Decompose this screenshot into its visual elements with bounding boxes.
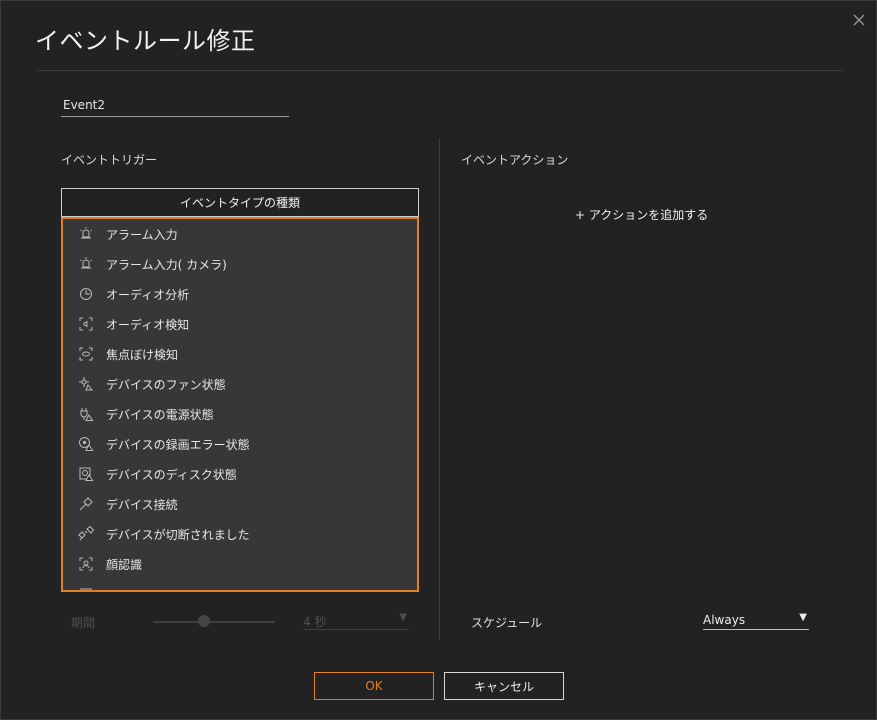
list-item-label: アラーム入力 [106, 227, 178, 242]
event-type-list[interactable]: アラーム入力 アラーム入力( カメラ) オーディオ分析 オーディオ検知 焦点ぼけ [61, 217, 419, 592]
list-item-partial-icon [78, 586, 94, 590]
list-item-device-fan-status[interactable]: デバイスのファン状態 [63, 369, 417, 399]
list-item-label: 焦点ぼけ検知 [106, 347, 179, 362]
device-fan-status-icon [78, 376, 94, 392]
alarm-input-camera-icon [78, 256, 94, 272]
list-item-label: アラーム入力( カメラ) [106, 257, 227, 272]
audio-analysis-icon [78, 286, 94, 302]
list-item-label: オーディオ検知 [106, 317, 190, 332]
period-seconds-select[interactable]: 4 秒 ▼ [303, 612, 409, 630]
list-item-partial[interactable] [63, 579, 417, 590]
title-divider [37, 70, 843, 71]
list-item-label: デバイスが切断されました [106, 527, 250, 542]
device-disk-status-icon [78, 466, 94, 482]
audio-detection-icon [78, 316, 94, 332]
column-divider [439, 138, 440, 640]
list-item-label: デバイスのファン状態 [106, 377, 226, 392]
list-item-device-disk-status[interactable]: デバイスのディスク状態 [63, 459, 417, 489]
list-item-alarm-input-camera[interactable]: アラーム入力( カメラ) [63, 249, 417, 279]
period-slider-thumb[interactable] [198, 615, 210, 627]
schedule-select[interactable]: Always ▼ [703, 612, 809, 630]
list-item-label: 顔認識 [106, 557, 143, 572]
list-item-device-power-status[interactable]: デバイスの電源状態 [63, 399, 417, 429]
device-disconnect-icon [78, 526, 94, 542]
list-item-label: デバイス接続 [106, 497, 178, 512]
trigger-section-label: イベントトリガー [61, 153, 158, 167]
list-item-device-connect[interactable]: デバイス接続 [63, 489, 417, 519]
close-icon[interactable] [849, 10, 869, 30]
list-item-alarm-input[interactable]: アラーム入力 [63, 219, 417, 249]
face-recognition-icon [78, 556, 94, 572]
period-label: 期間 [71, 616, 96, 630]
list-item-label: オーディオ分析 [106, 287, 190, 302]
device-recording-error-icon [78, 436, 94, 452]
period-seconds-value: 4 秒 [303, 615, 327, 629]
schedule-value: Always [703, 613, 746, 627]
event-type-dropdown[interactable]: イベントタイプの種類 [61, 188, 419, 217]
cancel-button[interactable]: キャンセル [444, 672, 564, 700]
device-power-status-icon [78, 406, 94, 422]
list-item-device-recording-error[interactable]: デバイスの録画エラー状態 [63, 429, 417, 459]
dialog-title: イベントルール修正 [35, 27, 256, 55]
period-slider-track[interactable] [153, 621, 275, 623]
chevron-down-icon: ▼ [399, 612, 407, 623]
list-item-audio-analysis[interactable]: オーディオ分析 [63, 279, 417, 309]
action-section-label: イベントアクション [461, 153, 569, 167]
ok-button[interactable]: OK [314, 672, 434, 700]
schedule-label: スケジュール [471, 616, 543, 630]
list-item-face-recognition[interactable]: 顔認識 [63, 549, 417, 579]
event-type-dropdown-label: イベントタイプの種類 [179, 196, 300, 210]
device-connect-icon [78, 496, 94, 512]
list-item-defocus-detection[interactable]: 焦点ぼけ検知 [63, 339, 417, 369]
rule-name-input[interactable] [61, 97, 289, 117]
event-rule-dialog: イベントルール修正 イベントトリガー イベントアクション イベントタイプの種類 … [0, 0, 877, 720]
defocus-detection-icon [78, 346, 94, 362]
alarm-input-icon [78, 226, 94, 242]
add-action-link[interactable]: + アクションを追加する [575, 206, 708, 223]
list-item-label: デバイスのディスク状態 [106, 467, 237, 482]
list-item-label: デバイスの録画エラー状態 [106, 437, 250, 452]
list-item-audio-detection[interactable]: オーディオ検知 [63, 309, 417, 339]
list-item-device-disconnect[interactable]: デバイスが切断されました [63, 519, 417, 549]
chevron-down-icon: ▼ [799, 612, 807, 623]
list-item-label: デバイスの電源状態 [106, 407, 214, 422]
